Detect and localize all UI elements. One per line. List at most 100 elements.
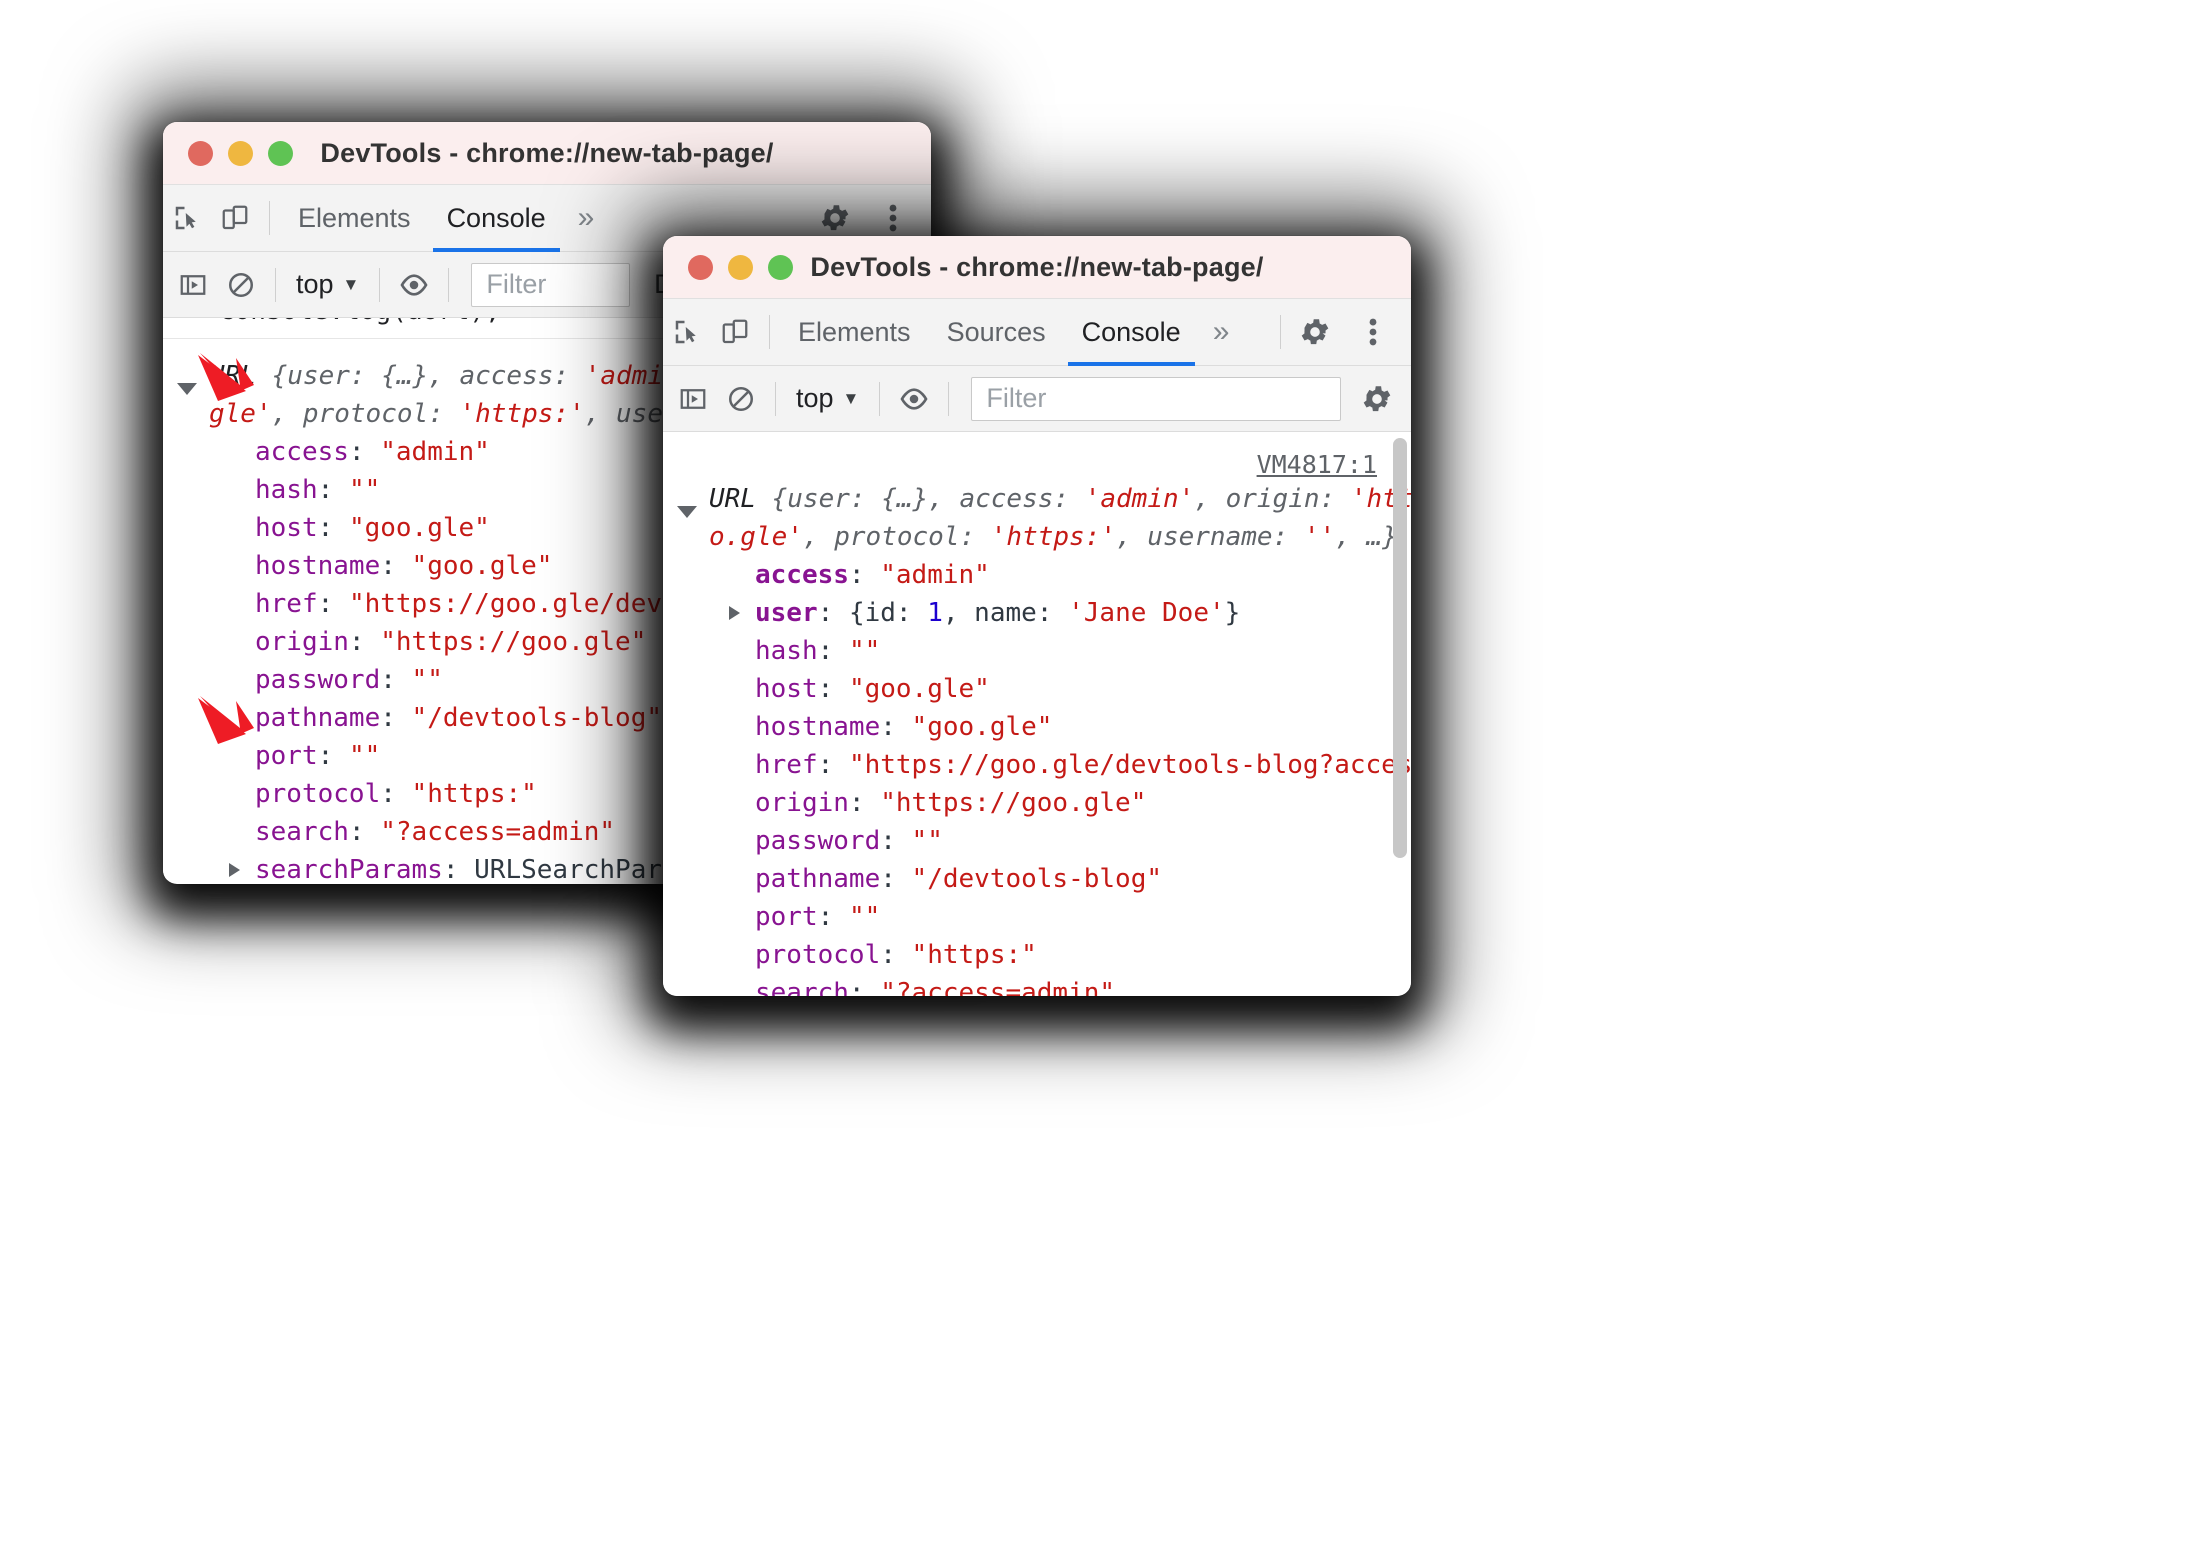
property-key: password xyxy=(255,665,381,695)
more-tabs-icon[interactable]: » xyxy=(564,201,609,235)
toolbar-divider xyxy=(269,201,270,235)
property-value: "https:" xyxy=(911,940,1037,970)
property-value: "goo.gle" xyxy=(911,712,1053,742)
property-row[interactable]: pathname: "/devtools-blog" xyxy=(663,860,1411,898)
property-separator: : xyxy=(848,560,881,590)
front-object-header[interactable]: URL {user: {…}, access: 'admin', origin:… xyxy=(663,432,1411,556)
device-toggle-icon[interactable] xyxy=(211,194,259,242)
live-expression-icon[interactable] xyxy=(890,375,938,423)
property-key: access xyxy=(255,437,349,467)
property-separator: : xyxy=(442,855,475,880)
property-value: "/devtools-blog" xyxy=(911,864,1162,894)
object-header-line-1: URL {user: {…}, access: 'admin', origin:… xyxy=(709,484,1411,514)
property-separator: : xyxy=(848,788,881,818)
property-key: origin xyxy=(255,627,349,657)
gear-icon[interactable] xyxy=(1291,308,1339,356)
object-header-line-2: o.gle', protocol: 'https:', username: ''… xyxy=(663,518,1411,556)
property-separator: : xyxy=(817,674,849,704)
screenshot-root: DevTools - chrome://new-tab-page/ Elemen… xyxy=(0,0,2200,1542)
property-value: "" xyxy=(911,826,943,856)
property-value: "https:" xyxy=(411,779,537,809)
filter-input[interactable]: Filter xyxy=(971,376,1341,421)
front-console-toolbar[interactable]: top ▼ Filter xyxy=(663,366,1411,432)
property-separator: : xyxy=(817,636,849,666)
red-arrow-access xyxy=(198,353,254,401)
execution-context-selector[interactable]: top ▼ xyxy=(286,269,369,300)
property-separator: : xyxy=(317,475,349,505)
disclosure-triangle-icon[interactable] xyxy=(729,606,740,620)
inspect-icon[interactable] xyxy=(163,194,211,242)
tab-sources[interactable]: Sources xyxy=(929,299,1064,365)
property-row[interactable]: origin: "https://goo.gle" xyxy=(663,784,1411,822)
tab-elements[interactable]: Elements xyxy=(780,299,929,365)
property-row[interactable]: user: {id: 1, name: 'Jane Doe'} xyxy=(663,594,1411,632)
clear-console-icon[interactable] xyxy=(217,261,265,309)
property-row[interactable]: password: "" xyxy=(663,822,1411,860)
property-separator: : xyxy=(317,513,349,543)
gear-icon[interactable] xyxy=(811,194,859,242)
property-row[interactable]: host: "goo.gle" xyxy=(663,670,1411,708)
property-row[interactable]: hostname: "goo.gle" xyxy=(663,708,1411,746)
disclosure-triangle-icon[interactable] xyxy=(175,318,193,322)
minimize-button[interactable] xyxy=(228,140,253,166)
toolbar-divider xyxy=(448,267,450,302)
toolbar-divider xyxy=(769,315,770,349)
property-row[interactable]: protocol: "https:" xyxy=(663,936,1411,974)
tab-elements[interactable]: Elements xyxy=(280,185,429,251)
inspect-icon[interactable] xyxy=(663,308,711,356)
property-separator: : xyxy=(380,665,412,695)
property-key: href xyxy=(755,750,818,780)
property-row[interactable]: href: "https://goo.gle/devtools-blog?acc… xyxy=(663,746,1411,784)
console-scrollbar[interactable] xyxy=(1393,432,1407,996)
front-title-bar[interactable]: DevTools - chrome://new-tab-page/ xyxy=(663,236,1411,298)
scrollbar-thumb[interactable] xyxy=(1393,438,1407,858)
front-console-output[interactable]: VM4817:1 URL {user: {…}, access: 'admin'… xyxy=(663,432,1411,996)
device-toggle-icon[interactable] xyxy=(711,308,759,356)
front-devtools-window[interactable]: DevTools - chrome://new-tab-page/ Elemen… xyxy=(663,236,1411,996)
property-value: "goo.gle" xyxy=(411,551,553,581)
property-value: "/devtools-blog" xyxy=(411,703,662,733)
minimize-button[interactable] xyxy=(728,254,753,280)
property-row[interactable]: hash: "" xyxy=(663,632,1411,670)
back-traffic-lights[interactable] xyxy=(163,140,293,166)
kebab-menu-icon[interactable] xyxy=(1349,308,1397,356)
property-value: "" xyxy=(411,665,443,695)
clear-console-icon[interactable] xyxy=(717,375,765,423)
console-sidebar-icon[interactable] xyxy=(169,261,217,309)
zoom-button[interactable] xyxy=(268,140,293,166)
property-separator: : xyxy=(817,750,849,780)
property-separator: : xyxy=(880,864,912,894)
property-row[interactable]: access: "admin" xyxy=(663,556,1411,594)
front-property-list[interactable]: access: "admin" user: {id: 1, name: 'Jane… xyxy=(663,556,1411,996)
front-traffic-lights[interactable] xyxy=(663,254,793,280)
toolbar-divider xyxy=(275,267,276,302)
close-button[interactable] xyxy=(188,140,213,166)
execution-context-label: top xyxy=(296,269,334,299)
filter-input[interactable]: Filter xyxy=(471,262,631,307)
property-key: host xyxy=(755,674,818,704)
property-key: search xyxy=(755,978,849,996)
property-row[interactable]: port: "" xyxy=(663,898,1411,936)
property-key: href xyxy=(255,589,318,619)
console-sidebar-icon[interactable] xyxy=(669,375,717,423)
front-tab-strip[interactable]: Elements Sources Console » xyxy=(663,298,1411,366)
live-expression-icon[interactable] xyxy=(390,261,438,309)
gear-icon[interactable] xyxy=(1353,375,1401,423)
tab-console[interactable]: Console xyxy=(429,185,564,252)
property-value: "?access=admin" xyxy=(380,817,616,847)
filter-placeholder: Filter xyxy=(486,269,547,299)
property-separator: : xyxy=(348,437,381,467)
filter-placeholder: Filter xyxy=(986,383,1047,413)
disclosure-triangle-icon[interactable] xyxy=(229,863,240,877)
execution-context-selector[interactable]: top ▼ xyxy=(786,383,869,414)
zoom-button[interactable] xyxy=(768,254,793,280)
kebab-menu-icon[interactable] xyxy=(869,194,917,242)
tab-console[interactable]: Console xyxy=(1064,299,1199,366)
property-key: password xyxy=(755,826,881,856)
property-row[interactable]: search: "?access=admin" xyxy=(663,974,1411,996)
property-key: searchParams xyxy=(255,855,443,880)
close-button[interactable] xyxy=(688,254,713,280)
property-value: "" xyxy=(348,741,381,771)
back-title-bar[interactable]: DevTools - chrome://new-tab-page/ xyxy=(163,122,931,184)
more-tabs-icon[interactable]: » xyxy=(1199,315,1244,349)
